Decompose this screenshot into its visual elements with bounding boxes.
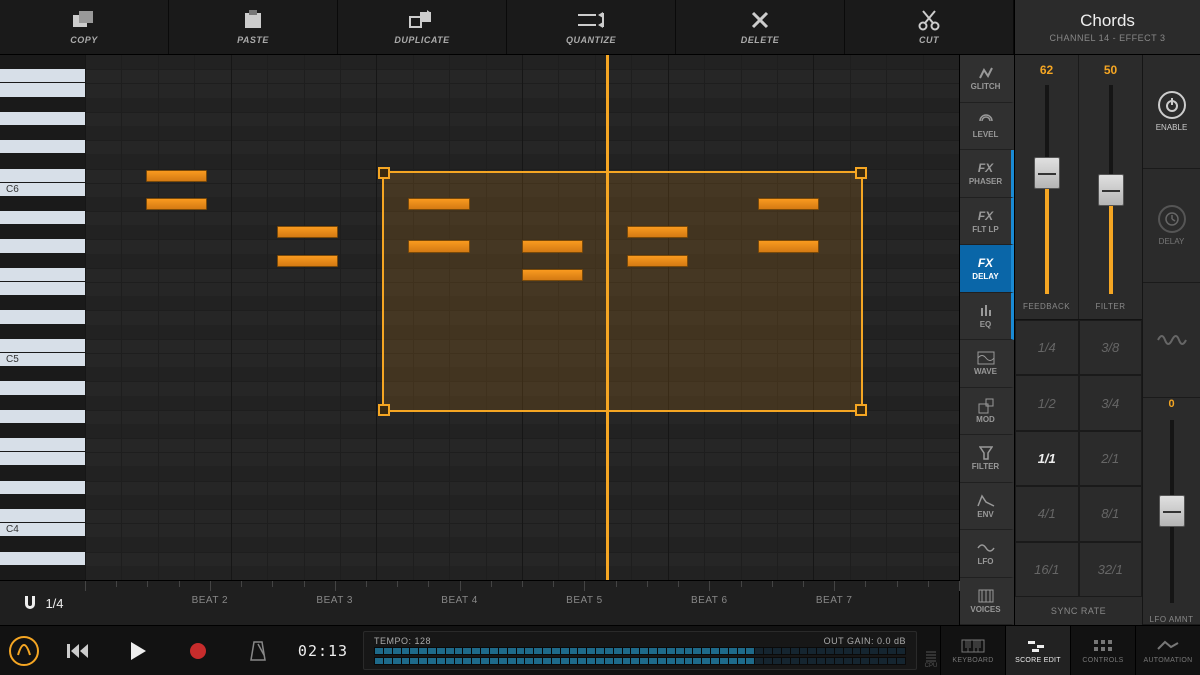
lfo-slider[interactable]: 0 LFO AMNT bbox=[1143, 398, 1200, 625]
midi-note[interactable] bbox=[522, 240, 583, 252]
beat-label: BEAT 3 bbox=[316, 595, 353, 606]
beat-label: BEAT 4 bbox=[441, 595, 478, 606]
duplicate-button[interactable]: DUPLICATE bbox=[338, 0, 507, 54]
effect-title: Chords bbox=[1080, 11, 1135, 31]
selection-handle[interactable] bbox=[855, 404, 867, 416]
sync-1-2[interactable]: 1/2 bbox=[1015, 375, 1079, 430]
module-wave[interactable]: WAVE bbox=[960, 340, 1014, 388]
meter-right bbox=[374, 657, 906, 665]
feedback-slider[interactable]: 62FEEDBACK bbox=[1015, 55, 1079, 319]
sync-4-1[interactable]: 4/1 bbox=[1015, 486, 1079, 541]
sync-1-4[interactable]: 1/4 bbox=[1015, 320, 1079, 375]
midi-note[interactable] bbox=[408, 240, 469, 252]
selection-handle[interactable] bbox=[855, 167, 867, 179]
sync-3-8[interactable]: 3/8 bbox=[1079, 320, 1143, 375]
paste-icon bbox=[241, 9, 265, 31]
module-delay[interactable]: FXDELAY bbox=[960, 245, 1014, 293]
quantize-button[interactable]: QUANTIZE bbox=[507, 0, 676, 54]
effect-subtitle: CHANNEL 14 - EFFECT 3 bbox=[1049, 33, 1165, 43]
copy-button[interactable]: COPY bbox=[0, 0, 169, 54]
module-glitch[interactable]: GLITCH bbox=[960, 55, 1014, 103]
play-button[interactable] bbox=[108, 626, 168, 675]
sync-rate-grid: 1/43/81/23/41/12/14/18/116/132/1 bbox=[1015, 320, 1142, 597]
module-lfo[interactable]: LFO bbox=[960, 530, 1014, 578]
cut-button[interactable]: CUT bbox=[845, 0, 1014, 54]
midi-note[interactable] bbox=[146, 198, 207, 210]
timeline[interactable]: 1/4 BEAT 2 BEAT 3 BEAT 4 BEAT 5 BEAT 6 BEAT 7 bbox=[0, 580, 959, 625]
metronome-button[interactable] bbox=[228, 626, 288, 675]
selection-handle[interactable] bbox=[378, 404, 390, 416]
midi-note[interactable] bbox=[627, 255, 688, 267]
clock-icon bbox=[1165, 212, 1179, 226]
delete-button[interactable]: DELETE bbox=[676, 0, 845, 54]
cpu-meter: CPU bbox=[922, 626, 940, 675]
view-score-edit[interactable]: SCORE EDIT bbox=[1005, 626, 1070, 675]
module-flt-lp[interactable]: FXFLT LP bbox=[960, 198, 1014, 246]
rewind-button[interactable] bbox=[48, 626, 108, 675]
selection-handle[interactable] bbox=[378, 167, 390, 179]
midi-note[interactable] bbox=[146, 170, 207, 182]
midi-note[interactable] bbox=[522, 269, 583, 281]
sync-1-1[interactable]: 1/1 bbox=[1015, 431, 1079, 486]
wave-icon bbox=[1157, 331, 1187, 349]
top-toolbar: COPY PASTE DUPLICATE QUANTIZE DELETE CUT… bbox=[0, 0, 1200, 55]
duplicate-icon bbox=[408, 9, 436, 31]
beat-label: BEAT 2 bbox=[192, 595, 229, 606]
midi-note[interactable] bbox=[627, 226, 688, 238]
sync-2-1[interactable]: 2/1 bbox=[1079, 431, 1143, 486]
module-filter[interactable]: FILTER bbox=[960, 435, 1014, 483]
piano-keys[interactable]: C6C5C4 bbox=[0, 55, 85, 580]
midi-note[interactable] bbox=[758, 198, 819, 210]
delay-knob[interactable]: DELAY bbox=[1143, 169, 1200, 283]
meter-left bbox=[374, 647, 906, 655]
view-keyboard[interactable]: KEYBOARD bbox=[940, 626, 1005, 675]
time-display: 02:13 bbox=[288, 626, 358, 675]
filter-slider[interactable]: 50FILTER bbox=[1079, 55, 1142, 319]
module-voices[interactable]: VOICES bbox=[960, 578, 1014, 626]
delete-icon bbox=[750, 9, 770, 31]
quantize-icon bbox=[576, 9, 606, 31]
meter-panel: TEMPO: 128OUT GAIN: 0.0 dB bbox=[363, 631, 917, 670]
playhead[interactable] bbox=[606, 55, 609, 580]
sync-rate-label: SYNC RATE bbox=[1015, 597, 1142, 625]
midi-note[interactable] bbox=[408, 198, 469, 210]
note-grid[interactable] bbox=[85, 55, 959, 580]
paste-button[interactable]: PASTE bbox=[169, 0, 338, 54]
sync-16-1[interactable]: 16/1 bbox=[1015, 542, 1079, 597]
effect-panel: 62FEEDBACK50FILTER 1/43/81/23/41/12/14/1… bbox=[1014, 55, 1200, 625]
beat-label: BEAT 6 bbox=[691, 595, 728, 606]
effect-header: Chords CHANNEL 14 - EFFECT 3 bbox=[1014, 0, 1200, 54]
midi-note[interactable] bbox=[277, 255, 338, 267]
module-env[interactable]: ENV bbox=[960, 483, 1014, 531]
sync-32-1[interactable]: 32/1 bbox=[1079, 542, 1143, 597]
beat-label: BEAT 7 bbox=[816, 595, 853, 606]
module-phaser[interactable]: FXPHASER bbox=[960, 150, 1014, 198]
snap-setting[interactable]: 1/4 bbox=[0, 581, 85, 625]
module-list: GLITCHLEVELFXPHASERFXFLT LPFXDELAYEQWAVE… bbox=[959, 55, 1014, 625]
enable-knob[interactable]: ENABLE bbox=[1143, 55, 1200, 169]
bottom-bar: 02:13 TEMPO: 128OUT GAIN: 0.0 dB CPU KEY… bbox=[0, 625, 1200, 675]
view-controls[interactable]: CONTROLS bbox=[1070, 626, 1135, 675]
sync-3-4[interactable]: 3/4 bbox=[1079, 375, 1143, 430]
power-icon bbox=[1165, 98, 1179, 112]
view-automation[interactable]: AUTOMATION bbox=[1135, 626, 1200, 675]
sync-8-1[interactable]: 8/1 bbox=[1079, 486, 1143, 541]
module-eq[interactable]: EQ bbox=[960, 293, 1014, 341]
wave-knob[interactable] bbox=[1143, 283, 1200, 397]
module-mod[interactable]: MOD bbox=[960, 388, 1014, 436]
magnet-icon bbox=[21, 594, 39, 612]
app-logo[interactable] bbox=[0, 626, 48, 675]
midi-note[interactable] bbox=[277, 226, 338, 238]
midi-note[interactable] bbox=[758, 240, 819, 252]
beat-label: BEAT 5 bbox=[566, 595, 603, 606]
module-level[interactable]: LEVEL bbox=[960, 103, 1014, 151]
cut-icon bbox=[918, 9, 940, 31]
copy-icon bbox=[71, 9, 97, 31]
record-button[interactable] bbox=[168, 626, 228, 675]
